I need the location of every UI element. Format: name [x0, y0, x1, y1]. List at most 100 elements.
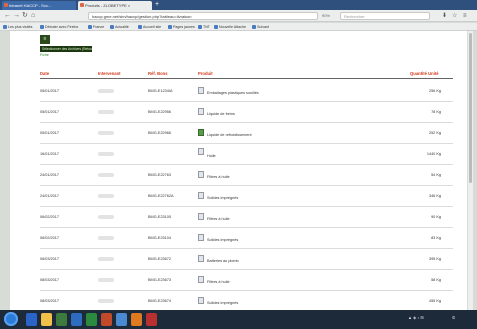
- tab-favicon-icon: [4, 3, 8, 7]
- bookmark-item[interactable]: Débuter avec Firefox: [40, 24, 78, 30]
- taskbar-powerpoint-icon[interactable]: [101, 313, 112, 326]
- return-archives-button[interactable]: Sélectionner des Archives (Retour) ici: [40, 46, 92, 52]
- bookmark-item[interactable]: Actualité: [110, 24, 129, 30]
- table-row[interactable]: 24/01/2017 BMG-E22763 Filtres à huile 54 Kg: [40, 165, 453, 186]
- page-content: ≡ Sélectionner des Archives (Retour) ici…: [10, 31, 467, 312]
- cell-date: 05/01/2017: [40, 89, 60, 93]
- cell-produit: Filtres à huile: [207, 280, 230, 284]
- product-thumbnail-icon: [198, 148, 204, 155]
- bookmark-star-icon[interactable]: ☆: [452, 11, 457, 21]
- cell-intervenant-redacted: [98, 173, 114, 177]
- table-row[interactable]: 06/03/2017 BMG-E23672 Batteries au plomb 39…: [40, 249, 453, 270]
- home-icon[interactable]: ⌂: [31, 11, 35, 21]
- page-tag: Fiche: [40, 53, 49, 57]
- cell-intervenant-redacted: [98, 89, 114, 93]
- header-produit[interactable]: Produit: [198, 71, 213, 76]
- bookmark-item[interactable]: Les plus visités: [3, 24, 32, 30]
- search-input[interactable]: Rechercher: [340, 12, 430, 20]
- url-text: haccp.gme.net/sim/haccp/gestion.php?tabl…: [92, 14, 192, 19]
- header-date[interactable]: Date: [40, 71, 49, 76]
- cell-intervenant-redacted: [98, 110, 114, 114]
- table-row[interactable]: 08/03/2017 BMG-E23673 Filtres à huile 58 Kg: [40, 270, 453, 291]
- product-thumbnail-icon: [198, 192, 204, 199]
- taskbar-app-icon[interactable]: [56, 313, 67, 326]
- reload-icon[interactable]: ↻: [22, 11, 28, 21]
- header-quantite[interactable]: Quantité Unité: [410, 71, 439, 76]
- cell-quantite: 395 Kg: [428, 257, 441, 261]
- header-bon[interactable]: Réf. Bons: [148, 71, 168, 76]
- back-arrow-icon[interactable]: ←: [4, 11, 11, 21]
- browser-tab-2[interactable]: Produits - ZLOBETYPE ×: [78, 1, 152, 10]
- cell-produit: Filtres à huile: [207, 175, 230, 179]
- table-row[interactable]: 08/03/2017 BMG-E23674 Solides imprégnés 455…: [40, 291, 453, 312]
- cell-bon: BMG-E23672: [148, 257, 172, 261]
- table-row[interactable]: 06/02/2017 BMG-E23104 Solides imprégnés 83 …: [40, 228, 453, 249]
- taskbar-ie-icon[interactable]: [26, 313, 37, 326]
- cell-bon: BMG-E1234IA: [148, 89, 173, 93]
- cell-produit: Solides imprégnés: [207, 301, 239, 305]
- product-thumbnail-icon: [198, 255, 204, 262]
- tab-label: Produits - ZLOBETYPE ×: [85, 3, 131, 8]
- app-menu-icon[interactable]: ≡: [40, 35, 50, 44]
- scrollbar-thumb[interactable]: [469, 33, 472, 183]
- bookmark-item[interactable]: Suivant: [252, 24, 269, 30]
- browser-nav-bar: ← → ↻ ⌂ haccp.gme.net/sim/haccp/gestion.…: [0, 10, 477, 22]
- taskbar-folder-icon[interactable]: [41, 313, 52, 326]
- cell-produit: Batteries au plomb: [207, 259, 239, 263]
- bookmark-item[interactable]: TNT: [198, 24, 210, 30]
- table-row[interactable]: 24/01/2017 BMG-E22762A Solides imprégnés 34…: [40, 186, 453, 207]
- download-icon[interactable]: ⬇: [442, 11, 447, 21]
- start-button-icon[interactable]: [4, 312, 18, 326]
- cell-produit: Liquide de refroidissement: [207, 133, 252, 137]
- cell-produit: Solides imprégnés: [207, 238, 239, 242]
- url-bar[interactable]: haccp.gme.net/sim/haccp/gestion.php?tabl…: [88, 12, 318, 20]
- bookmark-icon: [214, 25, 218, 29]
- cell-intervenant-redacted: [98, 131, 114, 135]
- taskbar-excel-icon[interactable]: [86, 313, 97, 326]
- bookmark-item[interactable]: France: [88, 24, 104, 30]
- cell-quantite: 1440 Kg: [426, 152, 441, 156]
- forward-arrow-icon[interactable]: →: [13, 11, 20, 21]
- zoom-level[interactable]: 90%: [322, 12, 330, 20]
- tray-icons[interactable]: ▲ ◈ ♪ ⊞: [408, 315, 424, 320]
- table-row[interactable]: 05/01/2017 BMG-E1234IA Emballages plastiqu…: [40, 81, 453, 102]
- browser-tab-1[interactable]: Intranet HACCP - Scc...: [2, 1, 76, 10]
- table-header: Date Intervenant Réf. Bons Produit Quant…: [40, 69, 453, 79]
- menu-icon[interactable]: ≡: [463, 11, 467, 21]
- cell-produit: Liquide de freins: [207, 112, 235, 116]
- cell-produit: Emballages plastiques souillés: [207, 91, 259, 95]
- cell-bon: BMG-E22763: [148, 173, 172, 177]
- cell-quantite: 346 Kg: [428, 194, 441, 198]
- cell-quantite: 252 Kg: [428, 131, 441, 135]
- bookmark-icon: [40, 25, 44, 29]
- taskbar-word-icon[interactable]: [71, 313, 82, 326]
- search-placeholder: Rechercher: [344, 14, 365, 19]
- table-row[interactable]: 06/02/2017 BMG-E23105 Filtres à huile 90 Kg: [40, 207, 453, 228]
- cell-date: 16/01/2017: [40, 152, 60, 156]
- page-scrollbar[interactable]: [468, 31, 473, 310]
- cell-date: 06/02/2017: [40, 215, 60, 219]
- product-thumbnail-icon: [198, 297, 204, 304]
- bookmarks-bar: Les plus visités Débuter avec Firefox Fr…: [0, 23, 477, 31]
- header-intervenant[interactable]: Intervenant: [98, 71, 121, 76]
- table-row[interactable]: 16/01/2017 Huile 1440 Kg: [40, 144, 453, 165]
- bookmark-item[interactable]: Nouvelle Attache: [214, 24, 246, 30]
- bookmark-icon: [198, 25, 202, 29]
- cell-intervenant-redacted: [98, 257, 114, 261]
- cell-bon: BMG-E23105: [148, 215, 172, 219]
- table-row[interactable]: 05/01/2017 BMG-E22966 Liquide de refroidis…: [40, 123, 453, 144]
- taskbar-app-icon[interactable]: [116, 313, 127, 326]
- taskbar-firefox-icon[interactable]: [131, 313, 142, 326]
- bookmark-item[interactable]: Pages jaunes: [168, 24, 195, 30]
- tab-label: Intranet HACCP - Scc...: [9, 3, 52, 8]
- clock-icon: ⏲: [452, 315, 456, 320]
- product-thumbnail-icon: [198, 276, 204, 283]
- bookmark-item[interactable]: Accueil site: [138, 24, 161, 30]
- cell-bon: BMG-E23673: [148, 278, 172, 282]
- cell-intervenant-redacted: [98, 194, 114, 198]
- cell-quantite: 256 Kg: [428, 89, 441, 93]
- table-row[interactable]: 05/01/2017 BMG-E22956 Liquide de freins 78 …: [40, 102, 453, 123]
- taskbar-app-icon[interactable]: [146, 313, 157, 326]
- windows-taskbar: ▲ ◈ ♪ ⊞ ⏲: [0, 310, 477, 329]
- new-tab-button[interactable]: +: [155, 1, 159, 9]
